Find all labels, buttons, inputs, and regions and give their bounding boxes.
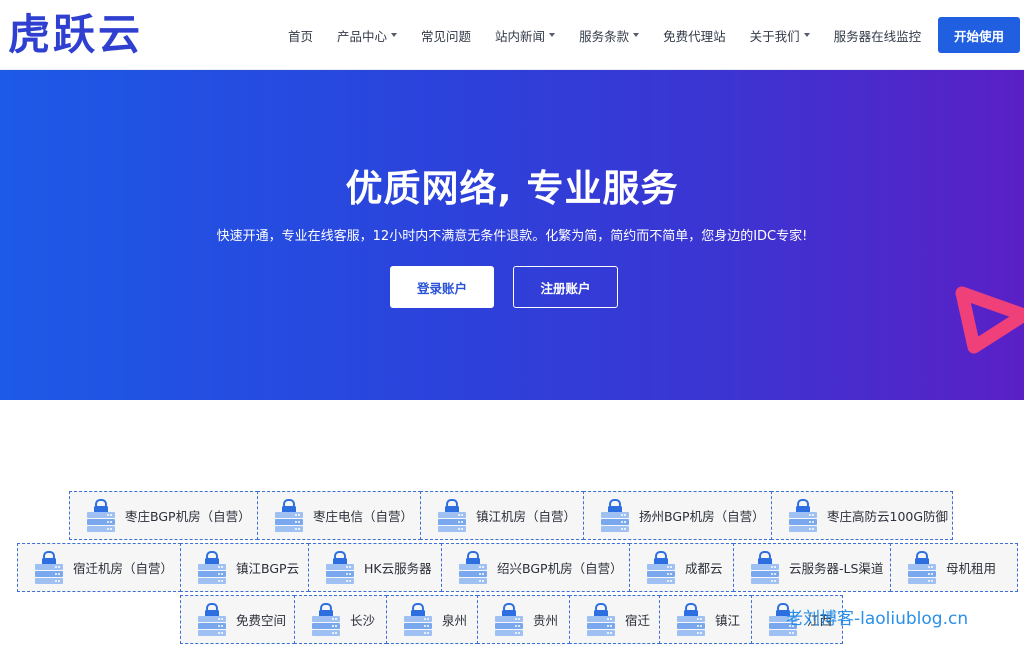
datacenter-card[interactable]: 宿迁 [569,595,660,644]
login-button[interactable]: 登录账户 [390,266,494,308]
datacenter-card[interactable]: 枣庄高防云100G防御 [771,491,953,540]
datacenter-card[interactable]: HK云服务器 [308,543,442,592]
server-lock-icon [403,603,433,637]
nav-item-home[interactable]: 首页 [288,26,313,45]
nav-item-news[interactable]: 站内新闻 [495,26,556,45]
server-lock-icon [86,499,116,533]
nav-item-products[interactable]: 产品中心 [337,26,398,45]
datacenter-card[interactable]: 枣庄BGP机房（自营） [69,491,258,540]
server-lock-icon [676,603,706,637]
datacenter-label: 扬州BGP机房（自营） [639,509,765,524]
datacenter-card[interactable]: 泉州 [386,595,478,644]
caret-down-icon [803,33,810,37]
datacenter-card[interactable]: 镇江BGP云 [180,543,309,592]
hero-subtitle: 快速开通，专业在线客服，12小时内不满意无条件退款。化繁为简，简约而不简单，您身… [216,229,808,244]
caret-down-icon [633,33,640,37]
server-lock-icon [311,603,341,637]
register-button[interactable]: 注册账户 [513,266,618,308]
watermark-text: 老刘博客-laoliublog.cn [786,609,969,629]
datacenter-card[interactable]: 云服务器-LS渠道 [733,543,891,592]
caret-down-icon [391,33,398,37]
datacenter-label: 绍兴BGP机房（自营） [497,561,623,576]
server-lock-icon [494,603,524,637]
server-lock-icon [197,551,227,585]
datacenter-label: 免费空间 [236,613,287,628]
datacenter-card[interactable]: 长沙 [294,595,387,644]
hero-banner: 优质网络, 专业服务 快速开通，专业在线客服，12小时内不满意无条件退款。化繁为… [0,70,1024,400]
nav-label: 关于我们 [749,28,800,44]
nav-item-about[interactable]: 关于我们 [750,26,810,45]
server-lock-icon [646,551,676,585]
nav-item-terms[interactable]: 服务条款 [579,26,640,45]
server-lock-icon [34,551,64,585]
datacenter-label: HK云服务器 [364,561,432,576]
nav-label: 常见问题 [421,28,472,44]
datacenter-label: 宿迁 [625,613,651,628]
datacenter-label: 枣庄高防云100G防御 [827,509,949,524]
datacenter-label: 成都云 [685,561,723,576]
datacenter-label: 枣庄BGP机房（自营） [125,509,251,524]
server-lock-icon [325,551,355,585]
datacenter-card[interactable]: 成都云 [629,543,734,592]
site-header: 虎跃云 首页 产品中心 常见问题 站内新闻 服务条款 免费代理站 关于我们 服务… [0,0,1024,70]
datacenter-label: 云服务器-LS渠道 [789,561,884,576]
hero-title: 优质网络, 专业服务 [345,167,679,210]
datacenter-label: 长沙 [350,613,376,628]
server-lock-icon [437,499,467,533]
datacenter-card[interactable]: 镇江机房（自营） [420,491,584,540]
datacenter-card[interactable]: 贵州 [477,595,570,644]
datacenter-card[interactable]: 镇江 [659,595,752,644]
server-lock-icon [788,499,818,533]
nav-label: 免费代理站 [663,28,726,44]
nav-label: 服务器在线监控 [833,28,922,44]
datacenter-label: 贵州 [533,613,559,628]
triangle-decoration-icon [955,286,1024,354]
server-lock-icon [907,551,937,585]
datacenter-label: 镇江机房（自营） [476,509,577,524]
datacenter-label: 枣庄电信（自营） [313,509,414,524]
nav-label: 产品中心 [337,28,388,44]
server-lock-icon [750,551,780,585]
datacenter-label: 镇江BGP云 [236,561,300,576]
site-logo[interactable]: 虎跃云 [8,8,143,62]
datacenter-label: 泉州 [442,613,468,628]
server-lock-icon [197,603,227,637]
server-lock-icon [600,499,630,533]
server-lock-icon [458,551,488,585]
server-lock-icon [274,499,304,533]
caret-down-icon [549,33,556,37]
datacenter-card[interactable]: 母机租用 [890,543,1018,592]
nav-label: 首页 [288,28,314,44]
datacenter-card[interactable]: 枣庄电信（自营） [257,491,421,540]
nav-item-free-proxy[interactable]: 免费代理站 [663,26,726,45]
datacenter-label: 镇江 [715,613,741,628]
nav-label: 服务条款 [579,28,630,44]
start-button[interactable]: 开始使用 [938,17,1020,53]
datacenter-card[interactable]: 扬州BGP机房（自营） [583,491,772,540]
main-nav: 首页 产品中心 常见问题 站内新闻 服务条款 免费代理站 关于我们 服务器在线监… [276,0,933,70]
nav-item-monitor[interactable]: 服务器在线监控 [834,26,922,45]
datacenter-label: 宿迁机房（自营） [73,561,174,576]
datacenter-card[interactable]: 免费空间 [180,595,295,644]
nav-item-faq[interactable]: 常见问题 [421,26,471,45]
nav-label: 站内新闻 [495,28,546,44]
datacenter-card[interactable]: 宿迁机房（自营） [17,543,181,592]
datacenter-card[interactable]: 绍兴BGP机房（自营） [441,543,630,592]
server-lock-icon [586,603,616,637]
datacenter-label: 母机租用 [946,561,997,576]
